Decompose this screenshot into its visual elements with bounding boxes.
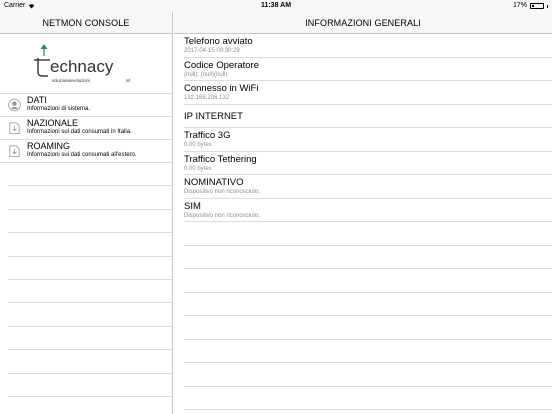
info-row-value: 0.00 bytes <box>184 142 212 148</box>
info-row-title: Telefono avviato <box>184 36 253 47</box>
master-nav-title: NETMON CONSOLE <box>0 12 172 34</box>
info-row-title: Connesso in WiFi <box>184 83 259 94</box>
logo-word: echnacy <box>50 57 114 76</box>
logo: echnacy soluzioni&evoluzioni srl <box>0 34 172 94</box>
menu-item-title: ROAMING <box>27 141 71 151</box>
menu-item-nazionale[interactable]: NAZIONALE Informazioni sui dati consumat… <box>0 117 172 140</box>
empty-row <box>8 280 172 304</box>
empty-row <box>8 163 172 187</box>
info-row-codice-operatore[interactable]: Codice Operatore (null): (null)(null) <box>184 58 552 81</box>
empty-row <box>184 387 552 410</box>
logo-tagline: soluzioni&evoluzioni <box>52 78 90 83</box>
empty-row <box>8 186 172 210</box>
menu-item-title: DATI <box>27 95 47 105</box>
empty-row <box>8 303 172 327</box>
empty-row <box>8 327 172 351</box>
empty-row <box>8 210 172 234</box>
empty-row <box>8 350 172 374</box>
logo-suffix: srl <box>126 78 130 83</box>
info-row-traffico-3g[interactable]: Traffico 3G 0.00 bytes <box>184 128 552 152</box>
battery-icon <box>530 3 544 9</box>
menu-item-roaming[interactable]: ROAMING Informazioni sui dati consumati … <box>0 140 172 163</box>
menu-item-subtitle: Informazioni sui dati consumati in Itali… <box>27 129 132 135</box>
master-panel: NETMON CONSOLE echnacy soluzioni&evoluzi… <box>0 12 173 414</box>
info-row-title: Traffico 3G <box>184 130 231 141</box>
document-icon <box>9 122 20 134</box>
info-row-telefono-avviato[interactable]: Telefono avviato 2017-04-15 09:30:29 <box>184 34 552 58</box>
menu-item-subtitle: Informazioni di sistema. <box>27 106 91 112</box>
battery-indicator: 17% <box>513 0 548 12</box>
info-row-value: Dispositivo non riconosciuto. <box>184 212 261 219</box>
info-row-title: Codice Operatore <box>184 59 259 71</box>
empty-row <box>184 269 552 293</box>
technacy-logo: echnacy soluzioni&evoluzioni srl <box>34 44 130 83</box>
info-row-value: 0.00 bytes <box>184 165 212 172</box>
detail-nav-title: INFORMAZIONI GENERALI <box>174 12 552 34</box>
empty-row <box>184 340 552 363</box>
empty-row <box>8 257 172 280</box>
info-row-title: NOMINATIVO <box>184 177 244 188</box>
info-row-value: Dispositivo non riconosciuto. <box>184 189 261 195</box>
empty-row <box>8 233 172 257</box>
info-row-connesso-wifi[interactable]: Connesso in WiFi 192.168.206.132 <box>184 81 552 105</box>
menu-item-dati[interactable]: DATI Informazioni di sistema. <box>0 94 172 117</box>
detail-panel: INFORMAZIONI GENERALI Telefono avviato 2… <box>174 12 552 414</box>
empty-row <box>184 316 552 340</box>
info-row-title: SIM <box>184 200 201 212</box>
info-row-title: Traffico Tethering <box>184 153 257 165</box>
document-icon <box>9 145 20 157</box>
info-row-value: (null): (null)(null) <box>184 71 228 78</box>
info-row-value: 2017-04-15 09:30:29 <box>184 48 240 54</box>
info-row-ip-internet[interactable]: IP INTERNET <box>184 105 552 128</box>
menu-item-subtitle: Informazioni sui dati consumati all'este… <box>27 152 137 158</box>
info-row-nominativo[interactable]: NOMINATIVO Dispositivo non riconosciuto. <box>184 175 552 199</box>
empty-row <box>184 363 552 387</box>
info-row-traffico-tethering[interactable]: Traffico Tethering 0.00 bytes <box>184 152 552 175</box>
menu-item-title: NAZIONALE <box>27 118 79 128</box>
info-row-value: 192.168.206.132 <box>184 95 230 101</box>
status-bar: Carrier 11:38 AM 17% <box>0 0 552 12</box>
master-list: DATI Informazioni di sistema. NAZIONALE … <box>0 94 172 397</box>
empty-row <box>8 374 172 397</box>
status-time: 11:38 AM <box>260 2 292 9</box>
info-row-sim[interactable]: SIM Dispositivo non riconosciuto. <box>184 199 552 222</box>
empty-row <box>184 293 552 316</box>
empty-row <box>184 246 552 269</box>
user-icon <box>8 98 21 112</box>
info-row-title: IP INTERNET <box>184 110 243 122</box>
battery-percent: 17% <box>512 2 527 9</box>
empty-row <box>184 222 552 246</box>
